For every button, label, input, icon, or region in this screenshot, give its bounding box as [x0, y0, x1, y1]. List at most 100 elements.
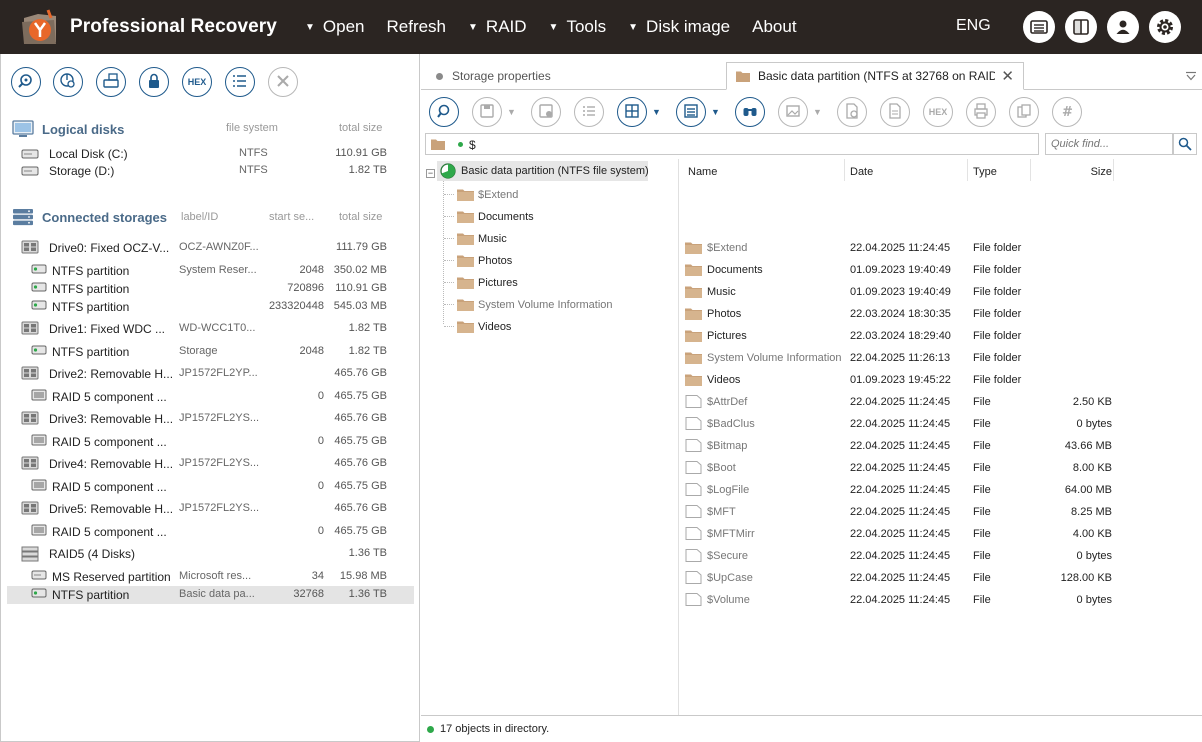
file-list-row[interactable]: $Extend 22.04.2025 11:24:45 File folder — [680, 237, 1202, 259]
copy-button[interactable] — [1009, 97, 1039, 127]
find-button[interactable] — [735, 97, 765, 127]
storage-device-row[interactable]: RAID5 (4 Disks) 1.36 TB — [7, 545, 414, 563]
preview-dropdown-arrow-icon[interactable]: ▼ — [813, 107, 822, 117]
tab-overflow-icon[interactable] — [1185, 71, 1197, 81]
tree-item-pictures[interactable]: Pictures — [444, 273, 664, 293]
file-list-row[interactable]: $BadClus 22.04.2025 11:24:45 File 0 bytes — [680, 413, 1202, 435]
create-image-button[interactable] — [96, 67, 126, 97]
hex-button[interactable]: HEX — [182, 67, 212, 97]
menu-tools[interactable]: ▼ Tools — [549, 17, 607, 37]
tree-item-photos[interactable]: Photos — [444, 251, 664, 271]
file-list-row[interactable]: System Volume Information 22.04.2025 11:2… — [680, 347, 1202, 369]
tab-storage-properties[interactable]: Storage properties — [425, 62, 725, 90]
file-list-row[interactable]: $UpCase 22.04.2025 11:24:45 File 128.00 KB — [680, 567, 1202, 589]
tree-item-extend[interactable]: $Extend — [444, 185, 664, 205]
storage-partition-row[interactable]: MS Reserved partition Microsoft res... 34 1… — [7, 568, 414, 586]
partition-search-button[interactable] — [53, 67, 83, 97]
file-list-row[interactable]: $MFTMirr 22.04.2025 11:24:45 File 4.00 KB — [680, 523, 1202, 545]
menu-raid[interactable]: ▼ RAID — [468, 17, 527, 37]
storage-device-row[interactable]: Drive0: Fixed OCZ-V... OCZ-AWNZ0F... 111.7… — [7, 239, 414, 257]
checklist-button[interactable] — [574, 97, 604, 127]
menu-about[interactable]: About — [752, 17, 796, 37]
file-props-button[interactable] — [837, 97, 867, 127]
column-header-date[interactable]: Date — [850, 166, 873, 178]
storage-partition-row[interactable]: RAID 5 component ... 0 465.75 GB — [7, 433, 414, 451]
details-view-dropdown-arrow-icon[interactable]: ▼ — [711, 107, 720, 117]
column-header-name[interactable]: Name — [688, 166, 717, 178]
storage-partition-row[interactable]: NTFS partition 720896 110.91 GB — [7, 280, 414, 298]
column-divider[interactable] — [844, 159, 845, 181]
file-list-row[interactable]: $MFT 22.04.2025 11:24:45 File 8.25 MB — [680, 501, 1202, 523]
storage-name: NTFS partition — [52, 264, 130, 278]
file-list-row[interactable]: $Secure 22.04.2025 11:24:45 File 0 bytes — [680, 545, 1202, 567]
storage-device-row[interactable]: Drive4: Removable H... JP1572FL2YS... 465.… — [7, 455, 414, 473]
file-list-row[interactable]: Photos 22.03.2024 18:30:35 File folder — [680, 303, 1202, 325]
logical-disk-row[interactable]: Local Disk (C:) NTFS 110.91 GB — [7, 145, 414, 163]
storage-partition-row[interactable]: NTFS partition Storage 2048 1.82 TB — [7, 343, 414, 361]
file-list-row[interactable]: Documents 01.09.2023 19:40:49 File folder — [680, 259, 1202, 281]
file-list-row[interactable]: $Bitmap 22.04.2025 11:24:45 File 43.66 MB — [680, 435, 1202, 457]
file-list-row[interactable]: $Volume 22.04.2025 11:24:45 File 0 bytes — [680, 589, 1202, 611]
scan-button[interactable] — [11, 67, 41, 97]
view-mode-dropdown-arrow-icon[interactable]: ▼ — [652, 107, 661, 117]
save-button[interactable] — [472, 97, 502, 127]
view-mode-button[interactable] — [617, 97, 647, 127]
storage-device-row[interactable]: Drive5: Removable H... JP1572FL2YS... 465.… — [7, 500, 414, 518]
panel-toggle-button[interactable] — [1065, 11, 1097, 43]
quick-find-button[interactable] — [1173, 133, 1197, 155]
storage-partition-row[interactable]: NTFS partition Basic data pa... 32768 1.36 … — [7, 586, 414, 604]
storage-partition-row[interactable]: NTFS partition System Reser... 2048 350.02 … — [7, 262, 414, 280]
scan-button[interactable] — [429, 97, 459, 127]
menu-disk-image[interactable]: ▼ Disk image — [628, 17, 730, 37]
storage-partition-row[interactable]: RAID 5 component ... 0 465.75 GB — [7, 388, 414, 406]
close-button[interactable] — [268, 67, 298, 97]
hex-button[interactable]: HEX — [923, 97, 953, 127]
file-list-row[interactable]: Videos 01.09.2023 19:45:22 File folder — [680, 369, 1202, 391]
user-button[interactable] — [1107, 11, 1139, 43]
tree-item-music[interactable]: Music — [444, 229, 664, 249]
menu-refresh[interactable]: Refresh — [386, 17, 446, 37]
quick-find-input[interactable] — [1045, 133, 1173, 155]
print-button[interactable] — [966, 97, 996, 127]
save-as-button[interactable] — [531, 97, 561, 127]
tab-basic-data-partition[interactable]: Basic data partition (NTFS at 32768 on R… — [726, 62, 1024, 90]
column-header-type[interactable]: Type — [973, 166, 997, 178]
storage-partition-row[interactable]: RAID 5 component ... 0 465.75 GB — [7, 478, 414, 496]
menu-open[interactable]: ▼ Open — [305, 17, 365, 37]
file-list-row[interactable]: $LogFile 22.04.2025 11:24:45 File 64.00 MB — [680, 479, 1202, 501]
details-view-button[interactable] — [676, 97, 706, 127]
properties-list-button[interactable] — [225, 67, 255, 97]
column-divider[interactable] — [1113, 159, 1114, 181]
column-header-size[interactable]: Size — [1064, 166, 1112, 178]
save-dropdown-arrow-icon[interactable]: ▼ — [507, 107, 516, 117]
preview-button[interactable] — [778, 97, 808, 127]
storage-partition-row[interactable]: RAID 5 component ... 0 465.75 GB — [7, 523, 414, 541]
tree-item-system-volume-information[interactable]: System Volume Information — [444, 295, 664, 315]
storage-partition-row[interactable]: NTFS partition 233320448 545.03 MB — [7, 298, 414, 316]
logical-disk-row[interactable]: Storage (D:) NTFS 1.82 TB — [7, 162, 414, 180]
settings-button[interactable] — [1149, 11, 1181, 43]
language-selector[interactable]: ENG — [956, 17, 991, 35]
document-button[interactable] — [880, 97, 910, 127]
column-divider[interactable] — [967, 159, 968, 181]
tab-close-icon[interactable]: ✕ — [1001, 67, 1014, 85]
tree-root-item[interactable]: Basic data partition (NTFS file system) — [437, 161, 649, 181]
storage-device-row[interactable]: Drive2: Removable H... JP1572FL2YP... 465.… — [7, 365, 414, 383]
file-list-row[interactable]: Music 01.09.2023 19:40:49 File folder — [680, 281, 1202, 303]
file-list-row[interactable]: Pictures 22.03.2024 18:29:40 File folder — [680, 325, 1202, 347]
storage-device-row[interactable]: Drive1: Fixed WDC ... WD-WCC1T0... 1.82 TB — [7, 320, 414, 338]
storage-device-row[interactable]: Drive3: Removable H... JP1572FL2YS... 465.… — [7, 410, 414, 428]
file-list-row[interactable]: $AttrDef 22.04.2025 11:24:45 File 2.50 KB — [680, 391, 1202, 413]
tree-collapse-toggle[interactable]: − — [426, 169, 435, 178]
tree-item-documents[interactable]: Documents — [444, 207, 664, 227]
tree-item-videos[interactable]: Videos — [444, 317, 664, 337]
column-divider[interactable] — [1030, 159, 1031, 181]
storage-label: WD-WCC1T0... — [179, 322, 256, 334]
hash-button[interactable]: # — [1052, 97, 1082, 127]
file-name: $AttrDef — [707, 396, 748, 408]
storage-name: Drive4: Removable H... — [49, 457, 174, 471]
lock-button[interactable] — [139, 67, 169, 97]
list-view-button[interactable] — [1023, 11, 1055, 43]
file-list-row[interactable]: $Boot 22.04.2025 11:24:45 File 8.00 KB — [680, 457, 1202, 479]
path-bar[interactable]: $ — [425, 133, 1039, 155]
